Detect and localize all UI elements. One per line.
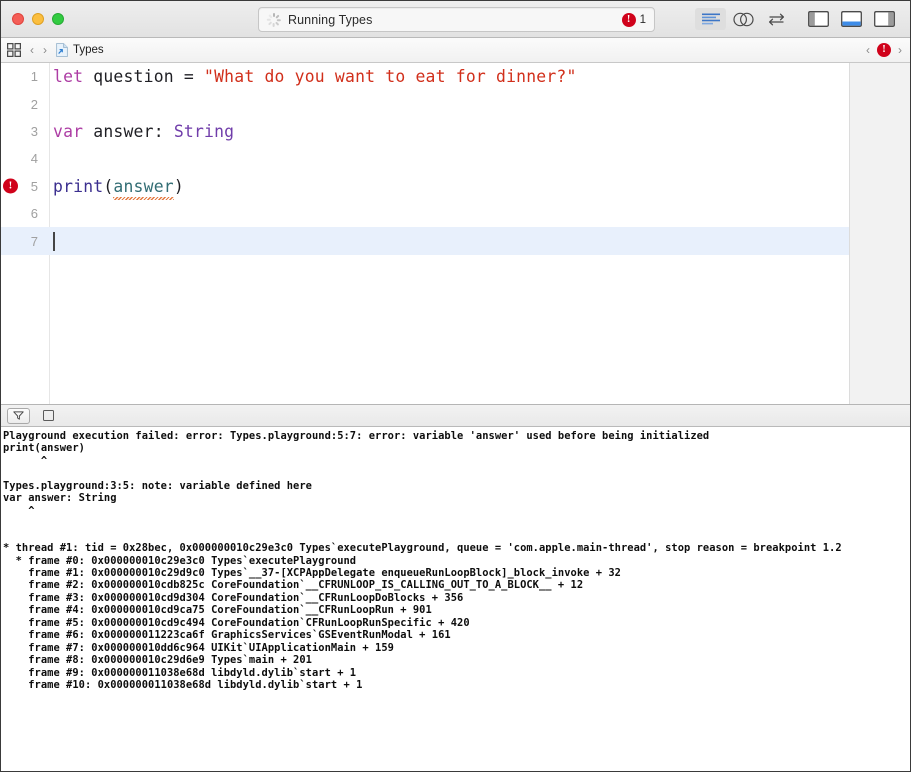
assistant-editor-button[interactable] [728, 8, 759, 30]
navigator-toggle-button[interactable] [803, 8, 834, 30]
close-button[interactable] [12, 13, 24, 25]
token-plain: ( [103, 176, 114, 196]
next-issue-button[interactable]: › [898, 44, 902, 56]
traffic-light-group [1, 13, 64, 25]
panel-toggle-group [803, 8, 900, 30]
line-number: 7 [30, 233, 38, 249]
console-line: frame #9: 0x000000011038e68d libdyld.dyl… [3, 666, 357, 679]
console-line: frame #7: 0x000000010dd6c964 UIKit`UIApp… [3, 641, 394, 654]
line-number: 2 [30, 96, 38, 112]
lines-icon [701, 13, 720, 24]
console-line: var answer: String [3, 492, 117, 505]
error-badge-icon: ! [621, 12, 636, 27]
standard-editor-button[interactable] [695, 8, 726, 30]
activity-error-group[interactable]: ! 1 [621, 12, 646, 27]
code-line-content: var answer: String [45, 122, 234, 141]
code-line-content: let question = "What do you want to eat … [45, 67, 577, 86]
console-line: frame #4: 0x000000010cd9ca75 CoreFoundat… [3, 604, 432, 617]
console-line: * thread #1: tid = 0x28bec, 0x000000010c… [3, 542, 842, 555]
window-toolbar: Running Types ! 1 [1, 1, 910, 38]
navigate-forward-button[interactable]: › [43, 44, 47, 56]
navigate-back-button[interactable]: ‹ [30, 44, 34, 56]
console-line: frame #1: 0x000000010c29d9c0 Types`__37-… [3, 566, 621, 579]
console-line: frame #8: 0x000000010c29d6e9 Types`main … [3, 654, 312, 667]
token-keyword: let [53, 67, 84, 87]
line-number: 1 [30, 69, 38, 85]
code-line-6[interactable]: 6 [1, 200, 849, 227]
square-panel-icon [42, 410, 54, 421]
token-keyword: var [53, 121, 84, 141]
utilities-toggle-button[interactable] [869, 8, 900, 30]
token-variable-text: answer [113, 176, 174, 196]
code-line-1[interactable]: 1 let question = "What do you want to ea… [1, 63, 849, 90]
related-items-button[interactable] [7, 43, 21, 57]
error-marker-icon[interactable]: ! [3, 178, 18, 194]
code-line-content [45, 231, 55, 251]
breadcrumb-file-name[interactable]: Types [73, 44, 104, 56]
left-panel-icon [808, 11, 829, 27]
activity-spinner [266, 12, 281, 27]
token-variable: answer [113, 176, 174, 200]
text-cursor [53, 231, 55, 251]
related-items-icon [7, 43, 21, 57]
editor-area: 1 let question = "What do you want to ea… [1, 63, 910, 404]
console-line: frame #6: 0x000000011223ca6f GraphicsSer… [3, 629, 451, 642]
console-filter-button[interactable] [7, 407, 30, 424]
minimize-button[interactable] [32, 13, 44, 25]
console-line: frame #10: 0x000000011038e68d libdyld.dy… [3, 679, 363, 692]
arrows-swap-icon [768, 13, 785, 26]
code-line-3[interactable]: 3 var answer: String [1, 118, 849, 145]
issue-navigation-group: ‹ ! › [866, 43, 902, 57]
debug-bar [1, 405, 910, 427]
activity-status-text: Running Types [288, 12, 373, 27]
debug-console[interactable]: Playground execution failed: error: Type… [1, 427, 910, 771]
playground-file-icon [56, 43, 68, 57]
token-plain: question = [83, 67, 205, 87]
token-type: String [173, 121, 235, 141]
line-number: 6 [30, 206, 38, 222]
token-plain: ) [173, 176, 184, 196]
bottom-panel-icon [841, 11, 862, 27]
jump-bar: ‹ › Types ‹ ! › [1, 38, 910, 63]
line-number: 3 [30, 123, 38, 139]
console-line: ^ [3, 504, 35, 517]
code-line-5[interactable]: ! 5 print(answer) [1, 173, 849, 200]
previous-issue-button[interactable]: ‹ [866, 44, 870, 56]
filter-triangle-icon [13, 411, 24, 420]
code-line-4[interactable]: 4 [1, 145, 849, 172]
line-number: 4 [30, 151, 38, 167]
code-line-7[interactable]: 7 [1, 227, 849, 255]
console-split-button[interactable] [38, 408, 58, 424]
toolbar-right-group [695, 8, 910, 30]
token-string: "What do you want to eat for dinner?" [204, 67, 577, 87]
version-editor-button[interactable] [761, 8, 792, 30]
editor-mode-group [695, 8, 792, 30]
token-plain: answer: [83, 121, 174, 141]
right-panel-icon [874, 11, 895, 27]
console-line: Types.playground:3:5: note: variable def… [3, 479, 312, 492]
playground-results-sidebar[interactable] [849, 63, 910, 404]
token-function: print [53, 176, 104, 196]
console-line: frame #2: 0x000000010cdb825c CoreFoundat… [3, 579, 584, 592]
issue-error-badge-icon[interactable]: ! [877, 43, 891, 57]
console-line: * frame #0: 0x000000010c29e3c0 Types`exe… [3, 554, 357, 567]
console-line: ^ [3, 454, 48, 467]
console-line: frame #3: 0x000000010cd9d304 CoreFoundat… [3, 591, 464, 604]
code-line-2[interactable]: 2 [1, 90, 849, 117]
console-line: frame #5: 0x000000010cd9c494 CoreFoundat… [3, 616, 470, 629]
source-editor[interactable]: 1 let question = "What do you want to ea… [1, 63, 849, 404]
console-line: print(answer) [3, 442, 85, 455]
venn-circles-icon [733, 12, 754, 26]
error-count-label: 1 [639, 13, 646, 26]
console-line: Playground execution failed: error: Type… [3, 430, 710, 442]
activity-view[interactable]: Running Types ! 1 [258, 7, 655, 32]
debug-area-toggle-button[interactable] [836, 8, 867, 30]
code-line-content: print(answer) [45, 176, 184, 200]
xcode-window: Running Types ! 1 ‹ › Types ‹ ! › 1 let … [0, 0, 911, 772]
zoom-button[interactable] [52, 13, 64, 25]
